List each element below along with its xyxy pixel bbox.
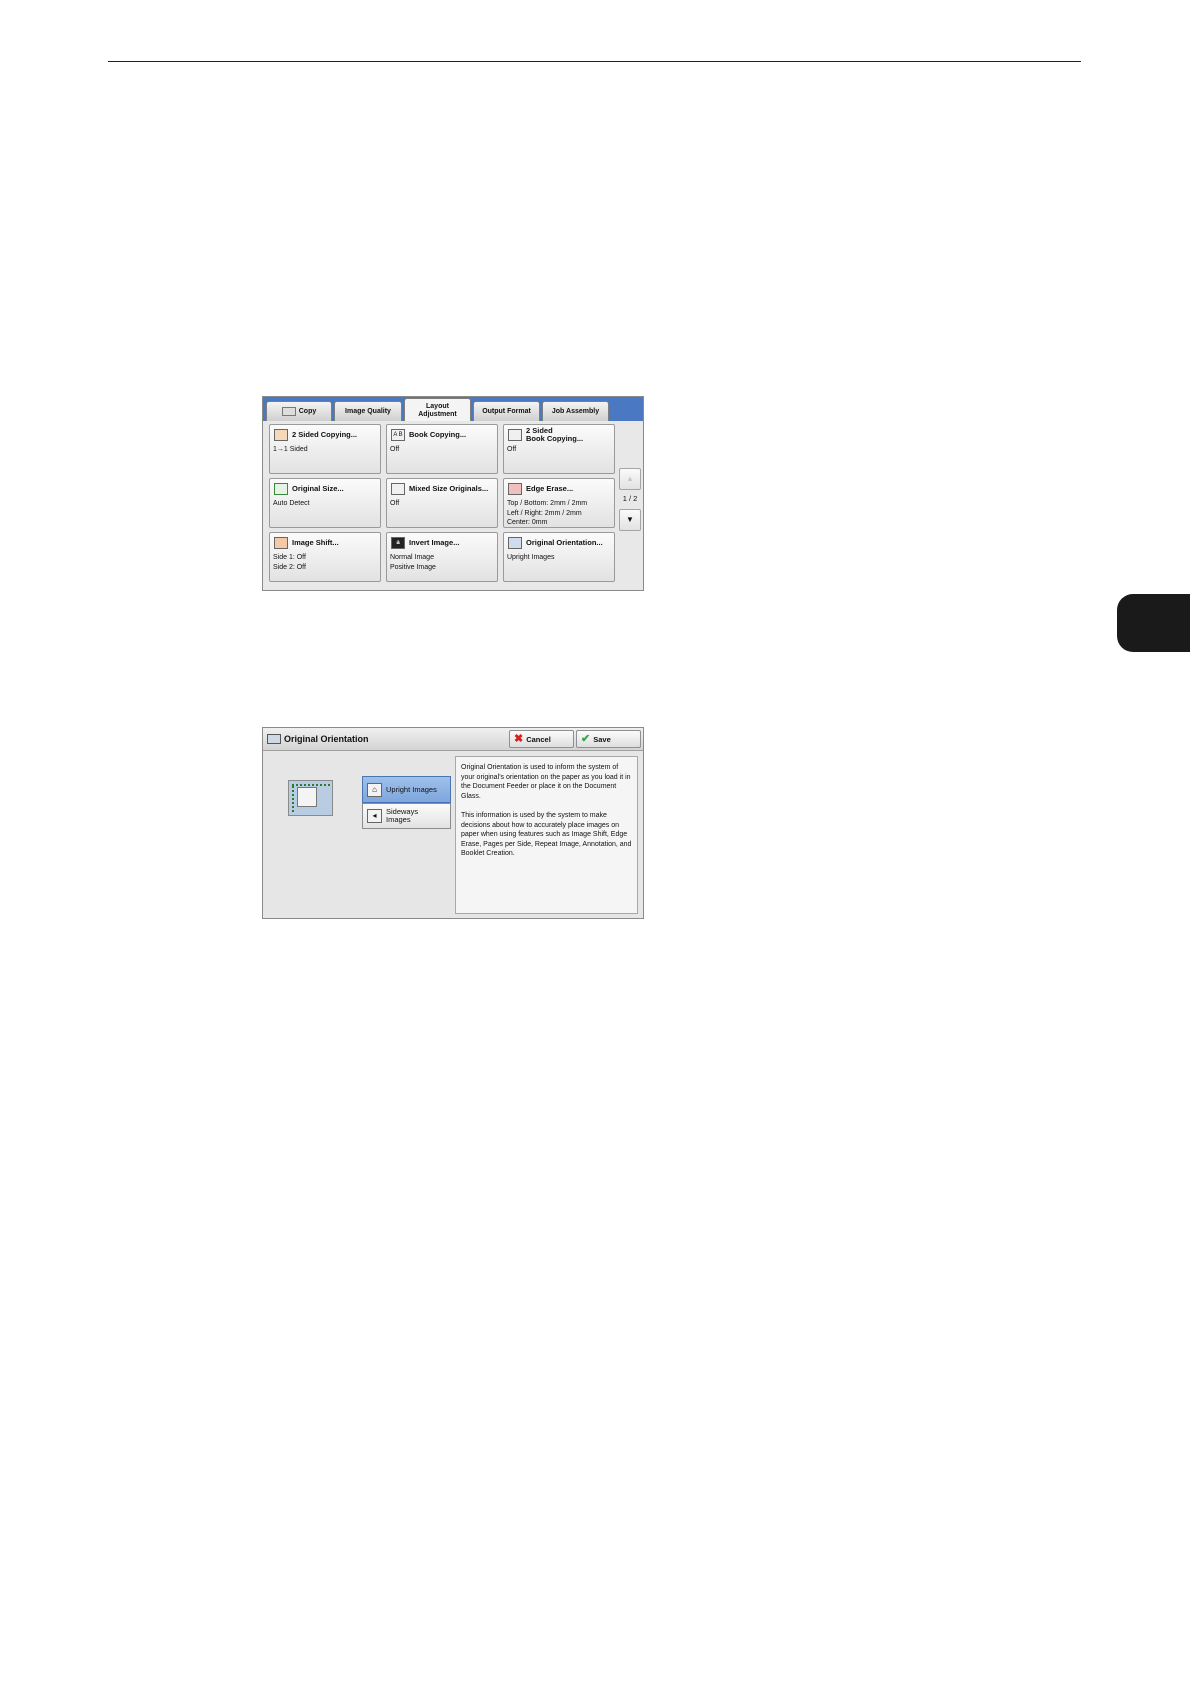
page-indicator: 1 / 2 bbox=[622, 494, 638, 503]
tab-layout-adjustment[interactable]: Layout Adjustment bbox=[404, 398, 471, 422]
upright-house-icon: ⌂ bbox=[367, 782, 382, 797]
document-icon bbox=[297, 787, 317, 807]
two-sided-copying-button[interactable]: 2 Sided Copying... 1→1 Sided bbox=[269, 424, 381, 474]
header-rule bbox=[108, 61, 1081, 62]
size-icon bbox=[274, 483, 288, 495]
upright-images-option[interactable]: ⌂ Upright Images bbox=[362, 776, 451, 803]
mixed-size-icon bbox=[391, 483, 405, 495]
open-book-icon bbox=[508, 429, 522, 441]
two-sided-book-copying-button[interactable]: 2 Sided Book Copying... Off bbox=[503, 424, 615, 474]
original-size-button[interactable]: Original Size... Auto Detect bbox=[269, 478, 381, 528]
image-shift-button[interactable]: Image Shift... Side 1: Off Side 2: Off bbox=[269, 532, 381, 582]
tab-image-quality[interactable]: Image Quality bbox=[334, 401, 402, 421]
edge-erase-button[interactable]: Edge Erase... Top / Bottom: 2mm / 2mm Le… bbox=[503, 478, 615, 528]
tab-job-assembly[interactable]: Job Assembly bbox=[542, 401, 609, 421]
cancel-button[interactable]: ✖ Cancel bbox=[509, 730, 574, 748]
scroll-down-button[interactable]: ▼ bbox=[619, 509, 641, 531]
dialog-header: Original Orientation ✖ Cancel ✔ Save bbox=[263, 728, 643, 751]
mixed-size-originals-button[interactable]: Mixed Size Originals... Off bbox=[386, 478, 498, 528]
sideways-house-icon: ◂ bbox=[367, 809, 382, 823]
description-paragraph: Original Orientation is used to inform t… bbox=[461, 764, 631, 800]
tab-output-format[interactable]: Output Format bbox=[473, 401, 540, 421]
image-shift-icon bbox=[274, 537, 288, 549]
copy-icon bbox=[281, 407, 296, 416]
sideways-images-option[interactable]: ◂ Sideways Images bbox=[362, 803, 451, 829]
book-icon: A B bbox=[391, 429, 405, 441]
feature-grid: 2 Sided Copying... 1→1 Sided A B Book Co… bbox=[263, 421, 643, 590]
cancel-x-icon: ✖ bbox=[514, 733, 524, 745]
up-arrow-icon: ▲ bbox=[626, 474, 634, 483]
chapter-tab bbox=[1117, 594, 1190, 652]
book-copying-button[interactable]: A B Book Copying... Off bbox=[386, 424, 498, 474]
tab-copy[interactable]: Copy bbox=[266, 401, 332, 421]
original-orientation-button[interactable]: Original Orientation... Upright Images bbox=[503, 532, 615, 582]
invert-icon: a bbox=[391, 537, 405, 549]
description-panel: Original Orientation is used to inform t… bbox=[455, 756, 638, 914]
orientation-icon bbox=[267, 734, 281, 744]
checkmark-icon: ✔ bbox=[581, 733, 591, 745]
orientation-preview-image bbox=[288, 780, 333, 816]
invert-image-button[interactable]: a Invert Image... Normal Image Positive … bbox=[386, 532, 498, 582]
description-paragraph: This information is used by the system t… bbox=[461, 812, 632, 857]
down-arrow-icon: ▼ bbox=[626, 515, 634, 524]
two-sided-icon bbox=[274, 429, 288, 441]
original-orientation-screen: Original Orientation ✖ Cancel ✔ Save ⌂ U… bbox=[262, 727, 644, 919]
orientation-icon bbox=[508, 537, 522, 549]
scroll-up-button[interactable]: ▲ bbox=[619, 468, 641, 490]
edge-erase-icon bbox=[508, 483, 522, 495]
save-button[interactable]: ✔ Save bbox=[576, 730, 641, 748]
layout-adjustment-screen: Copy Image Quality Layout Adjustment Out… bbox=[262, 396, 644, 591]
dialog-title: Original Orientation bbox=[284, 734, 369, 744]
tab-bar: Copy Image Quality Layout Adjustment Out… bbox=[263, 397, 643, 422]
